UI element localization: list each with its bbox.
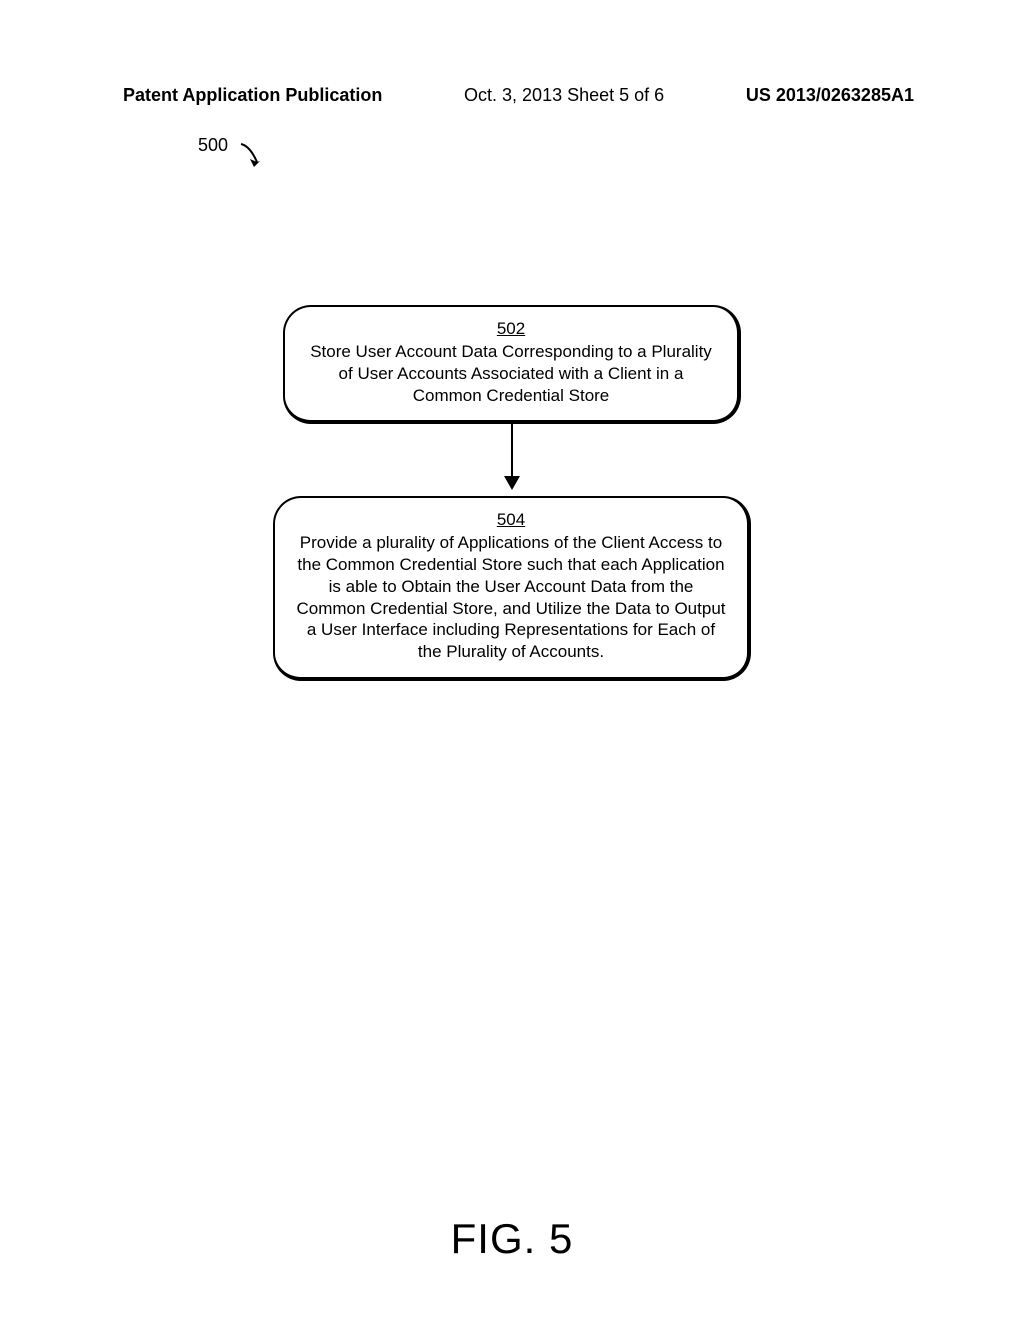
header-publication-type: Patent Application Publication xyxy=(123,85,382,106)
arrow-head-icon xyxy=(504,476,520,490)
step-number: 502 xyxy=(305,319,717,339)
step-number: 504 xyxy=(295,510,727,530)
flow-step-502: 502 Store User Account Data Correspondin… xyxy=(283,305,741,424)
reference-arrow-icon xyxy=(238,140,272,174)
arrow-line-icon xyxy=(511,424,513,480)
step-text: Store User Account Data Corresponding to… xyxy=(305,341,717,406)
figure-caption: FIG. 5 xyxy=(0,1215,1024,1263)
header-date-sheet: Oct. 3, 2013 Sheet 5 of 6 xyxy=(464,85,664,106)
figure-reference-group: 500 xyxy=(198,135,228,156)
flowchart: 502 Store User Account Data Correspondin… xyxy=(0,305,1024,681)
flow-arrow xyxy=(0,424,1024,496)
step-text: Provide a plurality of Applications of t… xyxy=(295,532,727,663)
page-header: Patent Application Publication Oct. 3, 2… xyxy=(0,85,1024,106)
header-publication-number: US 2013/0263285A1 xyxy=(746,85,914,106)
figure-reference-number: 500 xyxy=(198,135,228,155)
flow-step-504: 504 Provide a plurality of Applications … xyxy=(273,496,751,681)
